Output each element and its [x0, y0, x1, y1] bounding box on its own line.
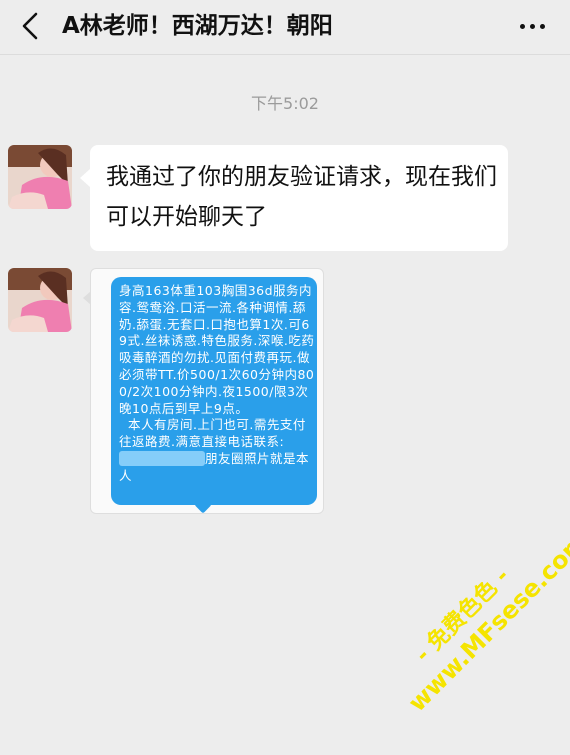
chat-header: A林老师！西湖万达！朝阳	[0, 0, 570, 55]
sms-screenshot: 身高163体重103胸围36d服务内容.鸳鸯浴.口活一流.各种调情.舔奶.舔蛋.…	[111, 277, 317, 505]
incoming-text-message[interactable]: 我通过了你的朋友验证请求，现在我们可以开始聊天了	[80, 145, 508, 251]
message-timestamp: 下午5:02	[251, 94, 319, 113]
avatar[interactable]	[8, 268, 72, 332]
avatar[interactable]	[8, 145, 72, 209]
message-text: 我通过了你的朋友验证请求，现在我们可以开始聊天了	[106, 164, 497, 230]
chevron-left-icon	[22, 12, 38, 40]
chat-title: A林老师！西湖万达！朝阳	[62, 13, 333, 39]
incoming-image-message[interactable]: 身高163体重103胸围36d服务内容.鸳鸯浴.口活一流.各种调情.舔奶.舔蛋.…	[83, 268, 324, 514]
watermark: - 免费色色 - www.MFsese.com	[382, 527, 570, 754]
ellipsis-icon	[519, 23, 525, 29]
redacted-phone-number	[119, 450, 205, 466]
avatar-image	[8, 268, 72, 332]
sms-text: 身高163体重103胸围36d服务内容.鸳鸯浴.口活一流.各种调情.舔奶.舔蛋.…	[119, 283, 315, 485]
avatar-image	[8, 145, 72, 209]
more-button[interactable]	[512, 10, 552, 42]
back-button[interactable]	[14, 10, 46, 42]
sms-text-part-1: 身高163体重103胸围36d服务内容.鸳鸯浴.口活一流.各种调情.舔奶.舔蛋.…	[119, 283, 315, 450]
